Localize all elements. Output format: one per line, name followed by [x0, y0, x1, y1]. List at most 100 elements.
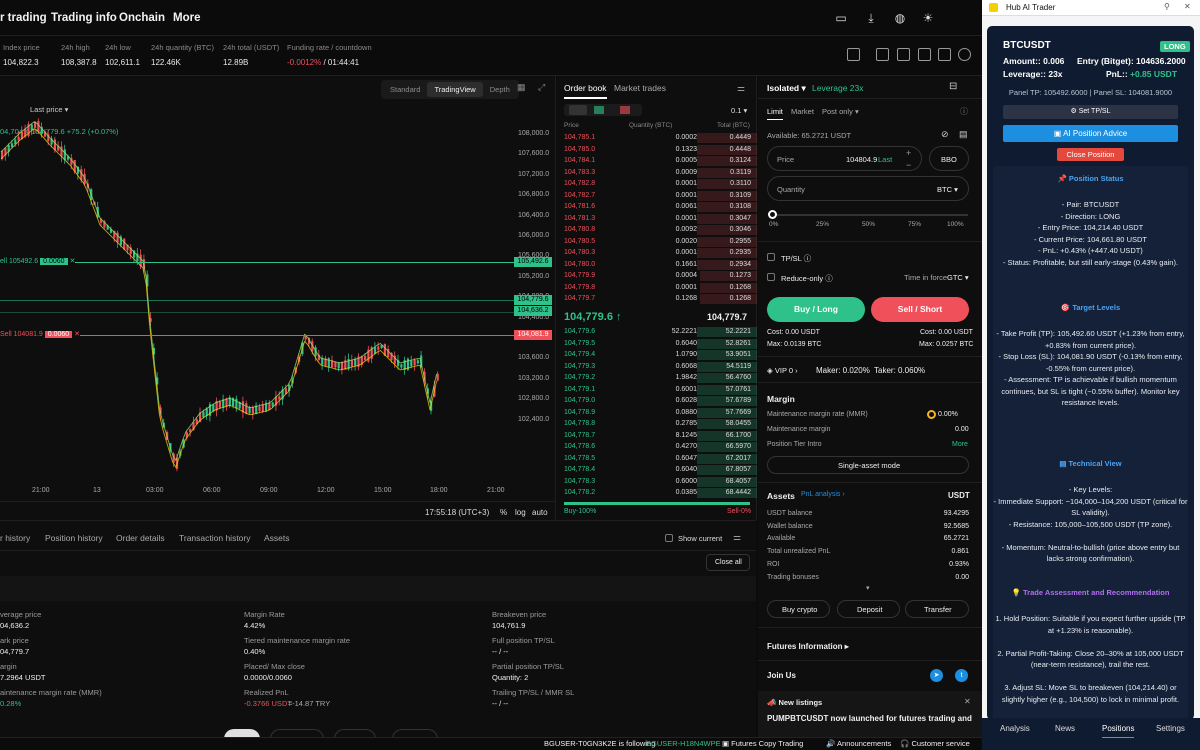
order-book-row[interactable]: 104,780.3 0.0001 0.2935: [557, 247, 757, 259]
close-position-button[interactable]: Close Position: [1057, 148, 1124, 161]
bids-view-icon[interactable]: [594, 106, 604, 114]
order-book-row[interactable]: 104,779.5 0.6040 52.8261: [557, 338, 757, 350]
order-book-row[interactable]: 104,778.4 0.6040 67.8057: [557, 464, 757, 476]
last-price-link[interactable]: Last: [878, 155, 892, 164]
tab-tradingview[interactable]: TradingView: [427, 82, 483, 97]
order-book-row[interactable]: 104,780.5 0.0020 0.2955: [557, 236, 757, 248]
log-toggle[interactable]: log: [515, 508, 526, 517]
nav-trading[interactable]: r trading: [0, 12, 47, 24]
futures-copy-trading-link[interactable]: ▣ Futures Copy Trading: [722, 739, 803, 748]
price-input[interactable]: Price 104804.9 Last + −: [767, 146, 922, 171]
reduce-only-checkbox[interactable]: [767, 273, 775, 281]
close-icon[interactable]: ✕: [1184, 2, 1191, 11]
expand-icon[interactable]: ▾: [866, 584, 870, 592]
close-icon[interactable]: ✕: [964, 697, 971, 706]
last-price-select[interactable]: Last price ▾: [30, 105, 68, 114]
theme-icon[interactable]: ☀: [921, 11, 935, 25]
followed-trader[interactable]: BGUSER-H18N4WPE: [646, 739, 721, 748]
order-book-row[interactable]: 104,778.2 0.0385 68.4442: [557, 487, 757, 499]
order-book-row[interactable]: 104,779.9 0.0004 0.1273: [557, 270, 757, 282]
time-in-force-select[interactable]: GTC ▾: [947, 273, 969, 282]
buy-long-button[interactable]: Buy / Long: [767, 297, 865, 322]
order-book-row[interactable]: 104,780.8 0.0092 0.3046: [557, 224, 757, 236]
book-icon[interactable]: [938, 48, 951, 61]
order-book-row[interactable]: 104,779.4 1.0790 53.9051: [557, 349, 757, 361]
stepper-icon[interactable]: + −: [906, 147, 911, 171]
margin-mode-select[interactable]: Isolated ▾: [767, 83, 806, 94]
wallet-icon[interactable]: ▭: [834, 11, 848, 25]
order-book-row[interactable]: 104,779.2 1.9842 56.4760: [557, 372, 757, 384]
nav-onchain[interactable]: Onchain: [119, 12, 165, 24]
twitter-icon[interactable]: t: [955, 669, 968, 682]
calculator-icon[interactable]: ⊟: [949, 81, 957, 92]
pin-icon[interactable]: ⚲: [1164, 2, 1170, 11]
announcements-link[interactable]: 🔊 Announcements: [826, 739, 891, 748]
price-step-select[interactable]: 0.1 ▾: [731, 106, 747, 115]
order-book-row[interactable]: 104,779.8 0.0001 0.1268: [557, 282, 757, 294]
order-book-row[interactable]: 104,782.8 0.0001 0.3110: [557, 178, 757, 190]
tab-order-details[interactable]: Order details: [116, 533, 165, 543]
slider-handle[interactable]: [768, 210, 777, 219]
settings-sliders-icon[interactable]: [847, 48, 860, 61]
tab-position-history[interactable]: Position history: [45, 533, 103, 543]
globe-icon[interactable]: ◍: [893, 11, 907, 25]
both-view-icon[interactable]: [569, 105, 587, 115]
show-current-checkbox[interactable]: [665, 534, 673, 542]
order-book-row[interactable]: 104,779.3 0.6068 54.5119: [557, 361, 757, 373]
order-book-row[interactable]: 104,779.6 52.2221 52.2221: [557, 326, 757, 338]
price-chart[interactable]: Standard TradingView Depth ▦ ⤢ Last pric…: [0, 76, 556, 520]
nav-more[interactable]: More: [173, 12, 200, 24]
tpsl-checkbox[interactable]: [767, 253, 775, 261]
order-book-row[interactable]: 104,781.3 0.0001 0.3047: [557, 213, 757, 225]
single-asset-mode-button[interactable]: Single-asset mode: [767, 456, 969, 474]
tp-line-label[interactable]: ell 105492.6 0.0060 ✕: [0, 257, 76, 265]
buy-crypto-button[interactable]: Buy crypto: [767, 600, 830, 618]
tab-news[interactable]: News: [1055, 724, 1075, 733]
order-book-row[interactable]: 104,778.3 0.6000 68.4057: [557, 476, 757, 488]
order-book-row[interactable]: 104,781.6 0.0061 0.3108: [557, 201, 757, 213]
quantity-slider[interactable]: [772, 214, 968, 216]
order-book-row[interactable]: 104,785.0 0.1323 0.4448: [557, 144, 757, 156]
close-all-button[interactable]: Close all: [706, 554, 750, 571]
auto-toggle[interactable]: auto: [532, 508, 548, 517]
tab-market-trades[interactable]: Market trades: [614, 83, 666, 93]
tab-analysis[interactable]: Analysis: [1000, 724, 1030, 733]
order-book-row[interactable]: 104,779.7 0.1268 0.1268: [557, 293, 757, 305]
order-book-row[interactable]: 104,778.6 0.4270 66.5970: [557, 441, 757, 453]
download-icon[interactable]: ⤓: [864, 11, 878, 25]
fullscreen-icon[interactable]: ⤢: [538, 82, 545, 93]
tab-limit[interactable]: Limit: [767, 107, 783, 120]
tab-settings[interactable]: Settings: [1156, 724, 1185, 733]
calculator-icon[interactable]: [918, 48, 931, 61]
tab-order-book[interactable]: Order book: [564, 83, 607, 99]
sell-short-button[interactable]: Sell / Short: [871, 297, 969, 322]
bbo-button[interactable]: BBO: [929, 146, 969, 171]
futures-info-link[interactable]: Futures Information ▸: [767, 642, 849, 651]
ai-advice-button[interactable]: ▣ AI Position Advice: [1003, 125, 1178, 142]
settings-icon[interactable]: ⚌: [737, 83, 745, 94]
percent-toggle[interactable]: %: [500, 508, 507, 517]
tab-order-history[interactable]: r history: [0, 533, 30, 543]
telegram-icon[interactable]: ➤: [930, 669, 943, 682]
leverage-select[interactable]: Leverage 23x: [812, 83, 864, 93]
set-tpsl-button[interactable]: ⚙ Set TP/SL: [1003, 105, 1178, 119]
transfer-button[interactable]: Transfer: [905, 600, 969, 618]
tab-market[interactable]: Market: [791, 107, 814, 116]
tab-depth[interactable]: Depth: [483, 82, 517, 97]
layout-icon[interactable]: ▦: [517, 82, 526, 93]
order-book-row[interactable]: 104,780.0 0.1661 0.2934: [557, 259, 757, 271]
calc-icon[interactable]: ▤: [959, 129, 968, 140]
more-link[interactable]: More: [952, 441, 968, 448]
tab-assets[interactable]: Assets: [264, 533, 290, 543]
pnl-analysis-link[interactable]: PnL analysis ›: [801, 491, 845, 498]
tab-post-only[interactable]: Post only ▾: [822, 107, 859, 116]
close-icon[interactable]: ✕: [69, 258, 75, 265]
filter-icon[interactable]: ⚌: [733, 532, 741, 543]
order-book-row[interactable]: 104,779.1 0.6001 57.0761: [557, 384, 757, 396]
close-icon[interactable]: ✕: [74, 331, 80, 338]
info-icon[interactable]: ⓘ: [960, 106, 968, 117]
nav-trading-info[interactable]: Trading info: [51, 12, 117, 24]
tab-positions[interactable]: Positions: [1102, 724, 1135, 738]
order-book-row[interactable]: 104,779.0 0.6028 57.6789: [557, 395, 757, 407]
customer-service-link[interactable]: 🎧 Customer service: [900, 739, 970, 748]
